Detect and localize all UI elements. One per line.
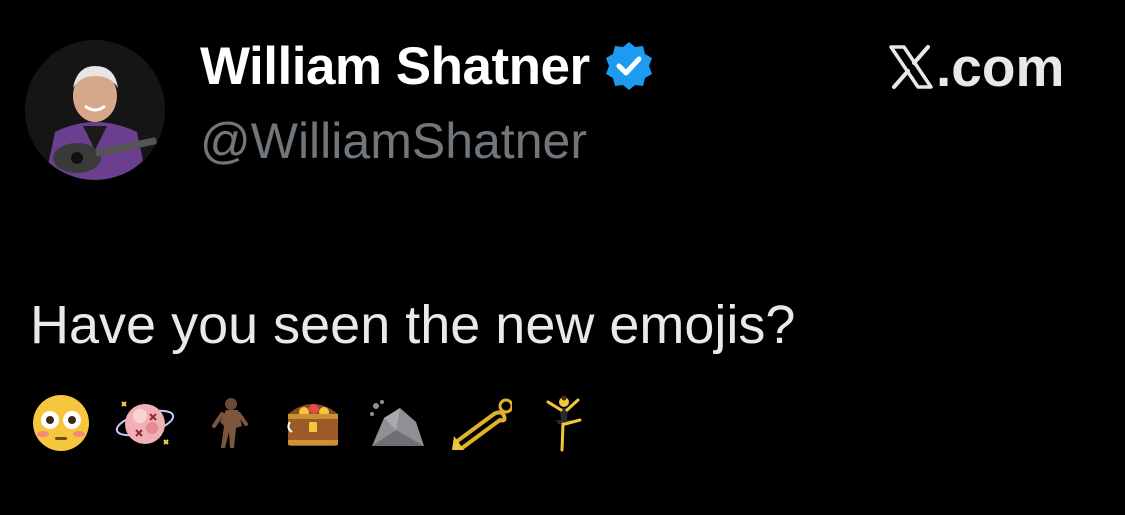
tweet-text: Have you seen the new emojis? xyxy=(30,295,796,355)
rock-emoji xyxy=(366,392,428,454)
ballet-dancer-emoji xyxy=(534,392,596,454)
author-name-row: William Shatner xyxy=(200,32,656,100)
brand-logo: .com xyxy=(888,36,1064,98)
treasure-chest-emoji xyxy=(282,392,344,454)
emoji-row xyxy=(30,388,618,458)
flushed-face-emoji xyxy=(30,392,92,454)
avatar[interactable] xyxy=(25,40,165,180)
author-handle[interactable]: @WilliamShatner xyxy=(200,112,587,170)
x-logo-icon xyxy=(888,44,934,90)
bigfoot-emoji xyxy=(198,392,260,454)
trombone-emoji xyxy=(450,392,512,454)
exploding-head-emoji xyxy=(114,392,176,454)
profile-photo xyxy=(25,40,165,180)
brand-domain-suffix: .com xyxy=(936,36,1065,98)
verified-badge-icon[interactable] xyxy=(602,39,656,93)
display-name[interactable]: William Shatner xyxy=(200,36,590,97)
